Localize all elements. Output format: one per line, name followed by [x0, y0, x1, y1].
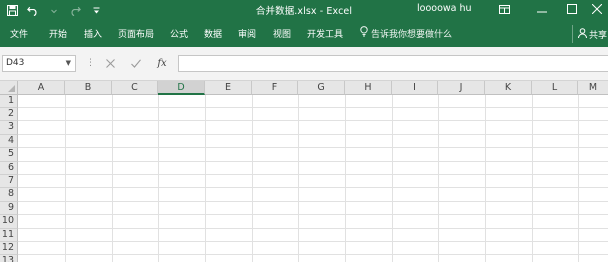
- close-button[interactable]: [585, 0, 608, 21]
- column-header-f[interactable]: F: [252, 81, 298, 95]
- close-icon: [591, 3, 602, 17]
- row-header-9[interactable]: 9: [0, 202, 18, 215]
- share-button[interactable]: 共享: [572, 25, 608, 43]
- tab-file[interactable]: 文件: [10, 27, 28, 40]
- column-header-k[interactable]: K: [485, 81, 532, 95]
- minimize-icon: [537, 6, 547, 16]
- name-box[interactable]: D43 ▼: [2, 55, 76, 72]
- name-box-value: D43: [6, 58, 25, 68]
- tell-me-search[interactable]: 告诉我你想要做什么: [360, 26, 452, 40]
- ribbon-tabs: 文件 开始 插入 页面布局 公式 数据 审阅 视图 开发工具 告诉我你想要做什么…: [0, 21, 608, 47]
- tab-formulas[interactable]: 公式: [170, 27, 188, 40]
- column-header-a[interactable]: A: [18, 81, 65, 95]
- row-header-11[interactable]: 11: [0, 229, 18, 242]
- column-header-g[interactable]: G: [298, 81, 345, 95]
- tab-review[interactable]: 审阅: [238, 27, 256, 40]
- tab-insert[interactable]: 插入: [84, 27, 102, 40]
- cancel-icon[interactable]: [102, 55, 118, 72]
- row-header-2[interactable]: 2: [0, 108, 18, 121]
- grid-line: [18, 228, 608, 229]
- tab-view[interactable]: 视图: [273, 27, 291, 40]
- column-header-e[interactable]: E: [205, 81, 252, 95]
- ribbon-display-options-button[interactable]: [487, 0, 521, 21]
- row-header-10[interactable]: 10: [0, 215, 18, 229]
- row-header-3[interactable]: 3: [0, 121, 18, 135]
- worksheet-grid: A B C D E F G H I J K L M 1 2 3 4 5 6 7 …: [0, 81, 608, 262]
- insert-function-icon[interactable]: fx: [154, 55, 170, 72]
- share-label: 共享: [589, 30, 608, 41]
- ribbon-display-icon: [498, 4, 510, 17]
- maximize-icon: [567, 4, 577, 17]
- row-header-5[interactable]: 5: [0, 148, 18, 162]
- column-header-j[interactable]: J: [438, 81, 485, 95]
- tab-data[interactable]: 数据: [204, 27, 222, 40]
- grid-line: [18, 254, 608, 255]
- grid-line: [18, 201, 608, 202]
- column-header-i[interactable]: I: [392, 81, 438, 95]
- grid-line: [18, 107, 608, 108]
- column-header-c[interactable]: C: [112, 81, 158, 95]
- formula-bar: D43 ▼ ⋮ fx: [0, 47, 608, 81]
- tab-developer[interactable]: 开发工具: [307, 27, 343, 40]
- column-header-m[interactable]: M: [578, 81, 608, 95]
- tell-me-text: 告诉我你想要做什么: [371, 29, 453, 40]
- row-header-7[interactable]: 7: [0, 175, 18, 188]
- grid-line: [18, 241, 608, 242]
- enter-checkmark-icon[interactable]: [128, 55, 144, 72]
- grid-line: [18, 174, 608, 175]
- row-header-13[interactable]: 13: [0, 255, 18, 262]
- grid-line: [18, 214, 608, 215]
- row-header-12[interactable]: 12: [0, 242, 18, 255]
- grid-line: [18, 134, 608, 135]
- grid-line: [18, 120, 608, 121]
- tab-home[interactable]: 开始: [49, 27, 67, 40]
- column-header-b[interactable]: B: [65, 81, 112, 95]
- grid-line: [18, 161, 608, 162]
- column-header-d[interactable]: D: [158, 81, 205, 95]
- row-header-4[interactable]: 4: [0, 135, 18, 148]
- column-header-h[interactable]: H: [345, 81, 392, 95]
- person-icon: [578, 27, 587, 41]
- column-header-l[interactable]: L: [532, 81, 578, 95]
- select-all-button[interactable]: [0, 81, 18, 95]
- grid-line: [18, 187, 608, 188]
- tab-page-layout[interactable]: 页面布局: [118, 27, 154, 40]
- lightbulb-icon: [360, 26, 368, 40]
- formula-input[interactable]: [178, 55, 608, 72]
- row-header-8[interactable]: 8: [0, 188, 18, 202]
- maximize-button[interactable]: [555, 0, 589, 21]
- name-box-dropdown-icon[interactable]: ▼: [66, 56, 71, 71]
- grid-line: [18, 147, 608, 148]
- row-header-6[interactable]: 6: [0, 162, 18, 175]
- formula-bar-grip[interactable]: ⋮: [86, 58, 95, 68]
- user-name[interactable]: loooowa hu: [417, 3, 472, 14]
- title-bar: 合并数据.xlsx - Excel loooowa hu: [0, 0, 608, 21]
- row-header-1[interactable]: 1: [0, 95, 18, 108]
- minimize-button[interactable]: [525, 0, 559, 21]
